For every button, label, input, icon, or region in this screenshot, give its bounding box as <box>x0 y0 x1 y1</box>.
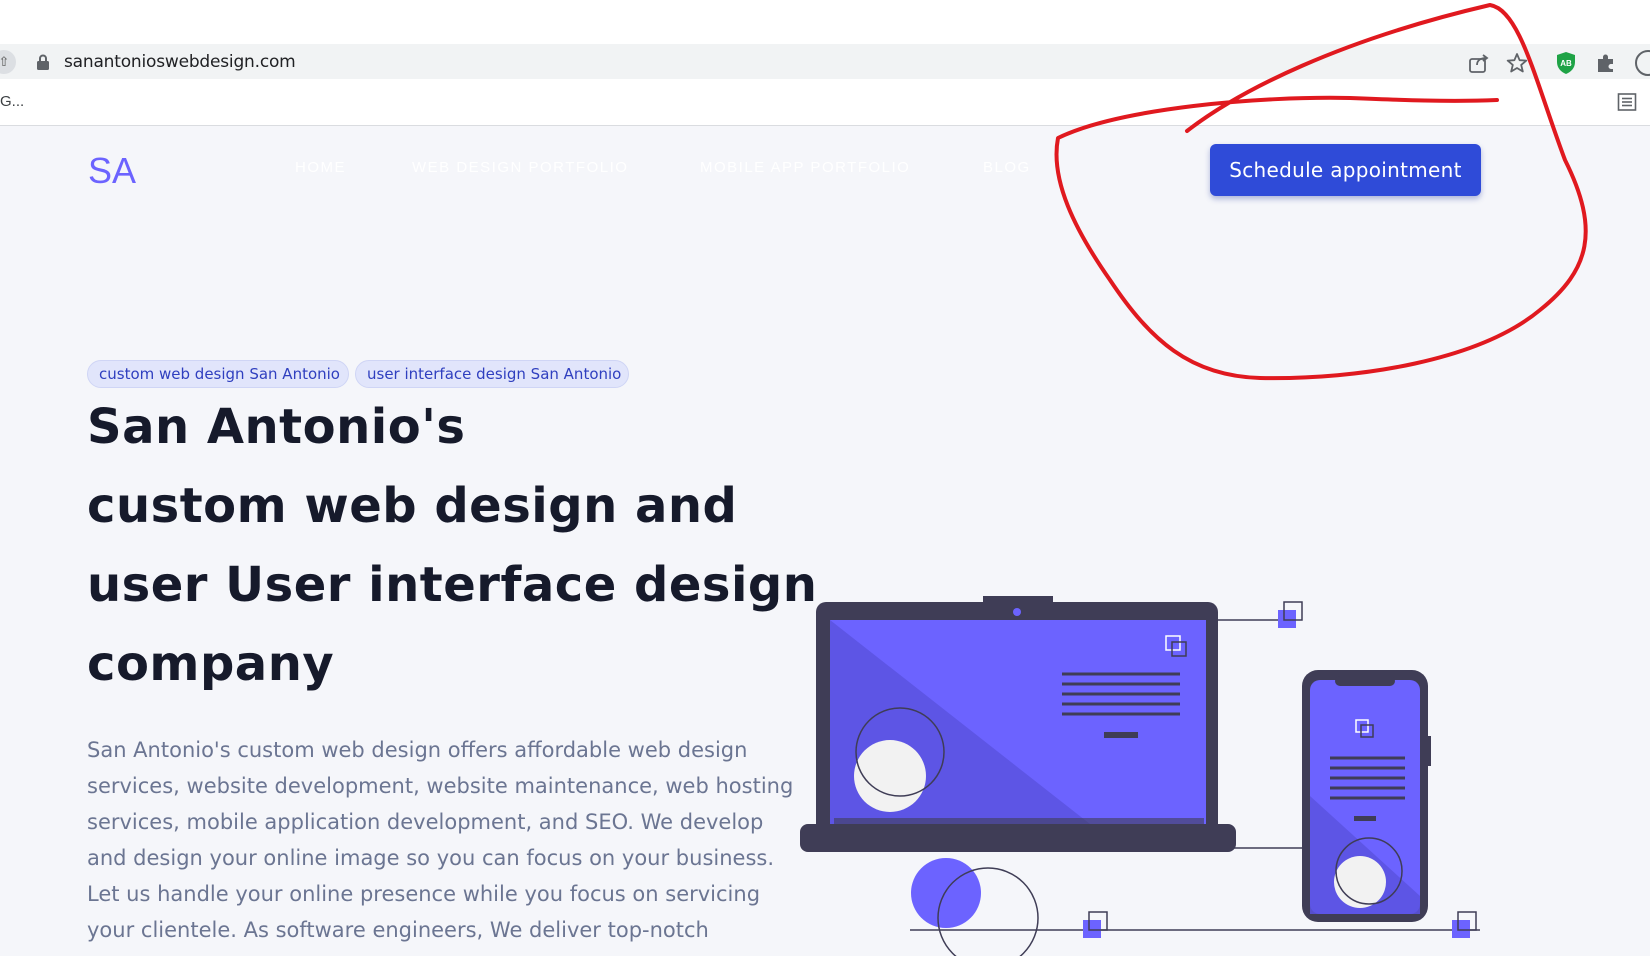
svg-text:AB: AB <box>1560 59 1572 68</box>
description-line: services, mobile application development… <box>87 810 764 834</box>
headline-line: San Antonio's <box>87 399 466 455</box>
nav-link-web-design-portfolio[interactable]: WEB DESIGN PORTFOLIO <box>412 159 628 176</box>
nav-link-blog[interactable]: BLOG <box>983 159 1031 176</box>
description-line: services, website development, website m… <box>87 774 794 798</box>
headline-line: user User interface design <box>87 557 818 613</box>
share-icon[interactable] <box>1468 52 1490 74</box>
description-line: San Antonio's custom web design offers a… <box>87 738 748 762</box>
hero-description: San Antonio's custom web design offers a… <box>87 732 794 948</box>
browser-tab-strip <box>0 0 1650 44</box>
website-page: SA HOME WEB DESIGN PORTFOLIO MOBILE APP … <box>0 126 1650 956</box>
nav-link-mobile-app-portfolio[interactable]: MOBILE APP PORTFOLIO <box>700 159 910 176</box>
hero-illustration <box>800 596 1480 956</box>
description-line: Let us handle your online presence while… <box>87 882 761 906</box>
headline-line: custom web design and <box>87 478 738 534</box>
bookmarks-bar <box>0 79 1650 126</box>
hero-headline: San Antonio's custom web design and user… <box>87 388 818 704</box>
description-line: your clientele. As software engineers, W… <box>87 918 709 942</box>
site-logo[interactable]: SA <box>88 150 136 192</box>
bookmark-item[interactable]: G... <box>0 93 24 110</box>
schedule-appointment-button[interactable]: Schedule appointment <box>1210 144 1481 196</box>
url-text[interactable]: sanantonioswebdesign.com <box>64 52 296 72</box>
reading-list-icon[interactable] <box>1617 92 1637 112</box>
star-icon[interactable] <box>1506 52 1528 74</box>
nav-link-home[interactable]: HOME <box>295 159 346 176</box>
headline-line: company <box>87 636 335 692</box>
description-line: and design your online image so you can … <box>87 846 775 870</box>
tag-user-interface-design[interactable]: user interface design San Antonio <box>355 360 629 388</box>
tag-custom-web-design[interactable]: custom web design San Antonio <box>87 360 349 388</box>
extensions-puzzle-icon[interactable] <box>1595 52 1617 74</box>
lock-icon[interactable] <box>36 54 50 70</box>
adblock-icon[interactable]: AB <box>1555 51 1577 75</box>
